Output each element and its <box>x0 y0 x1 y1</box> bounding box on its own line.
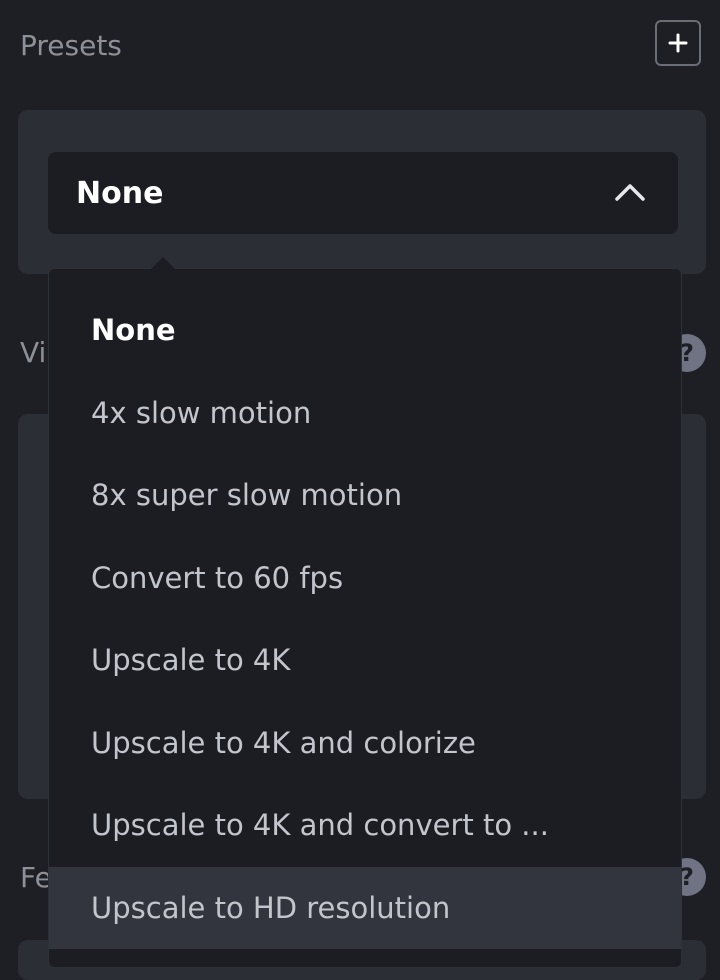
plus-icon <box>668 33 688 53</box>
preset-option-upscale-4k-convert[interactable]: Upscale to 4K and convert to ... <box>49 784 681 867</box>
preset-option-upscale-4k[interactable]: Upscale to 4K <box>49 619 681 702</box>
preset-option-none[interactable]: None <box>49 289 681 372</box>
preset-option-8x-super-slow-motion[interactable]: 8x super slow motion <box>49 454 681 537</box>
video-section-label: Vi <box>20 336 47 369</box>
preset-option-upscale-4k-colorize[interactable]: Upscale to 4K and colorize <box>49 702 681 785</box>
dropdown-caret <box>150 257 176 270</box>
chevron-up-icon[interactable] <box>614 180 646 204</box>
preset-select[interactable]: None <box>48 152 678 234</box>
preset-option-convert-60fps[interactable]: Convert to 60 fps <box>49 537 681 620</box>
preset-dropdown-menu: None 4x slow motion 8x super slow motion… <box>48 268 682 968</box>
add-preset-button[interactable] <box>655 20 701 66</box>
preset-option-4x-slow-motion[interactable]: 4x slow motion <box>49 372 681 455</box>
preset-select-value: None <box>76 175 164 211</box>
preset-option-upscale-hd[interactable]: Upscale to HD resolution <box>49 866 681 949</box>
presets-title: Presets <box>20 29 122 62</box>
